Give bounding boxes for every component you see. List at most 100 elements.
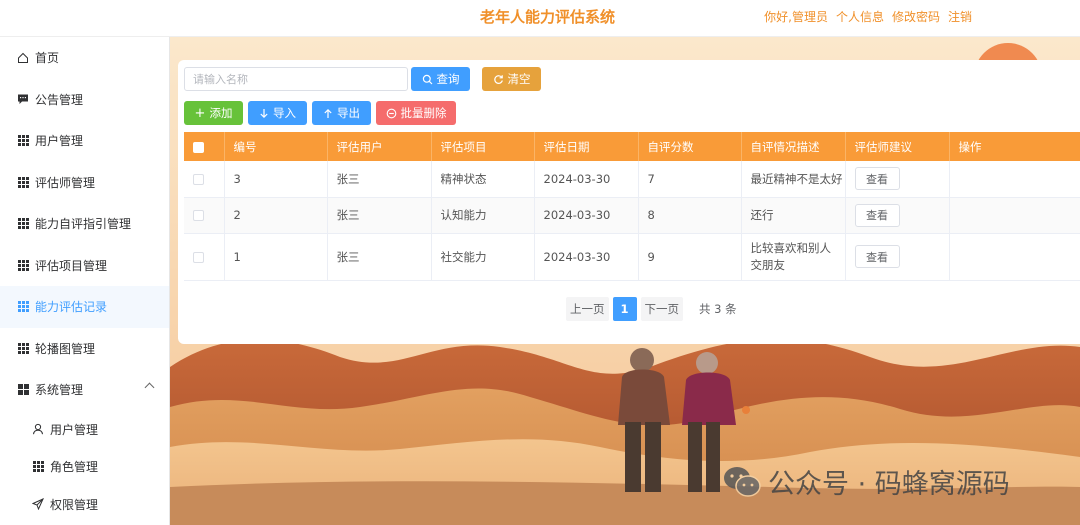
row-checkbox[interactable] [193, 173, 204, 185]
app-title: 老年人能力评估系统 [480, 8, 616, 26]
clear-button-label: 清空 [507, 72, 531, 86]
grid-icon [32, 461, 44, 473]
sidebar-item-records[interactable]: 能力评估记录 [0, 286, 169, 328]
arrow-up-icon [324, 108, 332, 118]
chevron-up-icon [144, 382, 155, 393]
message-icon [17, 93, 29, 105]
watermark: 公众号 · 码蜂窝源码 [722, 462, 1010, 501]
logout-link[interactable]: 注销 [948, 8, 972, 25]
query-button[interactable]: 查询 [411, 67, 470, 91]
home-icon [17, 52, 29, 64]
refresh-icon [493, 74, 503, 84]
select-all-checkbox[interactable] [193, 141, 204, 153]
cell-advice: 查看 [845, 161, 950, 198]
search-input[interactable] [184, 67, 408, 91]
arrow-down-icon [260, 108, 268, 118]
sidebar-item-system[interactable]: 系统管理 [0, 369, 169, 411]
cell-score: 7 [638, 161, 742, 198]
records-table: 编号 评估用户 评估项目 评估日期 自评分数 自评情况描述 评估师建议 操作 3… [184, 132, 1080, 281]
row-select-cell [184, 161, 225, 198]
grid4-icon [17, 384, 29, 396]
cell-project: 精神状态 [431, 161, 535, 198]
select-all-cell [184, 132, 225, 161]
sidebar-item-home[interactable]: 首页 [0, 37, 169, 79]
column-header: 评估用户 [327, 132, 432, 161]
table-row: 1 张三 社交能力 2024-03-30 9 比较喜欢和别人交朋友 查看 [184, 233, 1080, 281]
sidebar-item-announcements[interactable]: 公告管理 [0, 79, 169, 121]
column-header: 评估日期 [534, 132, 639, 161]
table-row: 2 张三 认知能力 2024-03-30 8 还行 查看 [184, 197, 1080, 234]
grid-icon [17, 259, 29, 271]
sidebar-item-label: 能力评估记录 [35, 300, 108, 315]
minus-circle-icon [386, 108, 396, 118]
grid-icon [17, 135, 29, 147]
table-row: 3 张三 精神状态 2024-03-30 7 最近精神不是太好 查看 [184, 161, 1080, 198]
sidebar-subitem-users[interactable]: 用户管理 [0, 411, 169, 449]
cell-actions [949, 197, 1080, 234]
add-button-label: 添加 [209, 106, 233, 120]
sidebar-item-label: 评估师管理 [35, 175, 96, 190]
cell-user: 张三 [327, 197, 432, 234]
sidebar-item-self-guide[interactable]: 能力自评指引管理 [0, 203, 169, 245]
cell-actions [949, 233, 1080, 281]
grid-icon [17, 301, 29, 313]
view-button[interactable]: 查看 [854, 167, 900, 191]
cell-score: 8 [638, 197, 742, 234]
main-card: 查询 清空 + 添加 导入 导出 批量删除 [178, 60, 1080, 344]
next-page-button[interactable]: 下一页 [640, 297, 683, 321]
sidebar-item-label: 轮播图管理 [35, 341, 96, 356]
profile-link[interactable]: 个人信息 [836, 8, 884, 25]
change-password-link[interactable]: 修改密码 [892, 8, 940, 25]
clear-button[interactable]: 清空 [482, 67, 541, 91]
view-button[interactable]: 查看 [854, 203, 900, 227]
top-header: 老年人能力评估系统 你好,管理员 个人信息 修改密码 注销 [0, 0, 1080, 37]
send-icon [32, 498, 44, 511]
column-header: 自评分数 [638, 132, 742, 161]
cell-actions [949, 161, 1080, 198]
cell-user: 张三 [327, 233, 432, 281]
cell-project: 认知能力 [431, 197, 535, 234]
cell-project: 社交能力 [431, 233, 535, 281]
table-header-row: 编号 评估用户 评估项目 评估日期 自评分数 自评情况描述 评估师建议 操作 [184, 132, 1080, 161]
add-button[interactable]: + 添加 [184, 101, 243, 125]
export-button[interactable]: 导出 [312, 101, 371, 125]
prev-page-button[interactable]: 上一页 [566, 297, 609, 321]
batch-delete-button-label: 批量删除 [400, 106, 447, 120]
cell-score: 9 [638, 233, 742, 281]
cell-advice: 查看 [845, 233, 950, 281]
greeting-text: 你好,管理员 [764, 10, 828, 24]
cell-desc: 最近精神不是太好 [741, 161, 846, 198]
current-page-button[interactable]: 1 [612, 297, 637, 321]
row-checkbox[interactable] [193, 210, 204, 221]
cell-date: 2024-03-30 [534, 233, 639, 281]
cell-desc: 比较喜欢和别人交朋友 [741, 233, 846, 281]
user-menu: 你好,管理员 个人信息 修改密码 注销 [764, 8, 972, 25]
sidebar-item-users[interactable]: 用户管理 [0, 120, 169, 162]
cell-desc: 还行 [741, 197, 846, 234]
sidebar-item-projects[interactable]: 评估项目管理 [0, 245, 169, 287]
row-select-cell [184, 233, 225, 281]
cell-user: 张三 [327, 161, 432, 198]
cell-id: 2 [224, 197, 328, 234]
column-header: 评估项目 [431, 132, 535, 161]
view-button[interactable]: 查看 [854, 245, 900, 268]
sidebar-subitem-permissions[interactable]: 权限管理 [0, 486, 169, 524]
sidebar-item-label: 权限管理 [50, 497, 99, 512]
cell-id: 1 [224, 233, 328, 281]
sidebar-item-label: 能力自评指引管理 [35, 217, 132, 232]
row-checkbox[interactable] [193, 251, 204, 263]
grid-icon [17, 176, 29, 188]
batch-delete-button[interactable]: 批量删除 [376, 101, 456, 125]
watermark-text: 公众号 · 码蜂窝源码 [768, 469, 1010, 500]
import-button[interactable]: 导入 [248, 101, 307, 125]
sidebar-item-carousel[interactable]: 轮播图管理 [0, 328, 169, 370]
export-button-label: 导出 [337, 106, 360, 120]
wechat-icon [724, 466, 761, 497]
user-icon [32, 423, 44, 435]
search-toolbar: 查询 清空 [184, 67, 541, 91]
sidebar-subitem-roles[interactable]: 角色管理 [0, 448, 169, 486]
cell-date: 2024-03-30 [534, 161, 639, 198]
sidebar-item-assessors[interactable]: 评估师管理 [0, 162, 169, 204]
sidebar-item-label: 系统管理 [35, 383, 84, 398]
cell-date: 2024-03-30 [534, 197, 639, 234]
